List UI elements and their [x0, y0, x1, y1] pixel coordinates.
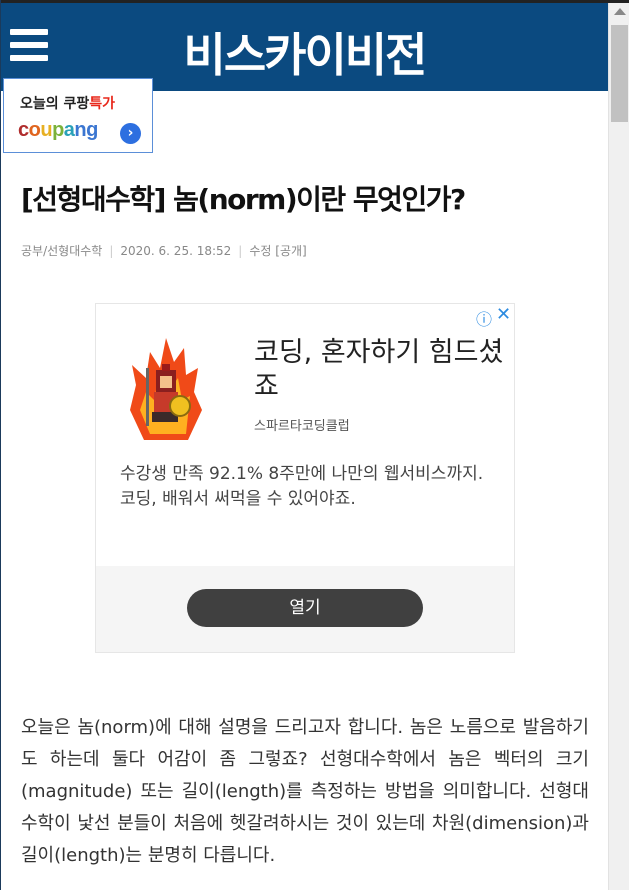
edit-link[interactable]: 수정	[249, 244, 271, 258]
coupang-logo: coupang	[18, 119, 98, 142]
article-paragraph: 오늘은 놈(norm)에 대해 설명을 드리고자 합니다. 놈은 노름으로 발음…	[21, 717, 589, 866]
coupang-logo-letter: o	[28, 119, 41, 141]
spartan-character-icon	[130, 338, 202, 440]
coupang-logo-letter: c	[18, 119, 29, 141]
coupang-logo-letter: u	[40, 119, 53, 141]
coupang-banner[interactable]: 오늘의 쿠팡특가 coupang ›	[3, 78, 153, 153]
site-title[interactable]: 비스카이비전	[1, 19, 608, 85]
post-category[interactable]: 공부/선형대수학	[21, 244, 102, 258]
meta-divider: |	[238, 244, 243, 258]
vertical-scrollbar[interactable]	[608, 3, 629, 890]
meta-divider: |	[109, 244, 114, 258]
post-meta: 공부/선형대수학 | 2020. 6. 25. 18:52 | 수정 [공개]	[21, 242, 307, 259]
scrollbar-thumb[interactable]	[611, 25, 628, 122]
ad-headline[interactable]: 코딩, 혼자하기 힘드셨죠	[254, 336, 504, 404]
ad-brand[interactable]: 스파르타코딩클럽	[254, 415, 350, 434]
coupang-logo-letter: g	[86, 119, 98, 141]
scroll-up-arrow-icon[interactable]	[614, 8, 626, 15]
ad-body-text[interactable]: 수강생 만족 92.1% 8주만에 나만의 웹서비스까지. 코딩, 배워서 써먹…	[120, 462, 500, 512]
visibility-status: [공개]	[275, 244, 307, 258]
post-date: 2020. 6. 25. 18:52	[120, 244, 232, 258]
ad-open-button[interactable]: 열기	[187, 589, 423, 627]
coupang-logo-letter: p	[52, 119, 64, 141]
coupang-banner-text: 오늘의 쿠팡특가	[20, 96, 116, 112]
display-ad[interactable]: ⓘ ✕ 코딩, 혼자하기 힘드셨죠 스파르타코딩클럽 수강생 만족 92.1% …	[95, 303, 515, 653]
chevron-right-icon[interactable]: ›	[120, 123, 141, 144]
coupang-logo-letter: n	[74, 119, 87, 141]
coupang-logo-letter: a	[63, 119, 75, 141]
post-title: [선형대수학] 놈(norm)이란 무엇인가?	[21, 183, 466, 216]
ad-info-icon[interactable]: ⓘ	[476, 306, 492, 330]
ad-close-icon[interactable]: ✕	[496, 304, 511, 325]
